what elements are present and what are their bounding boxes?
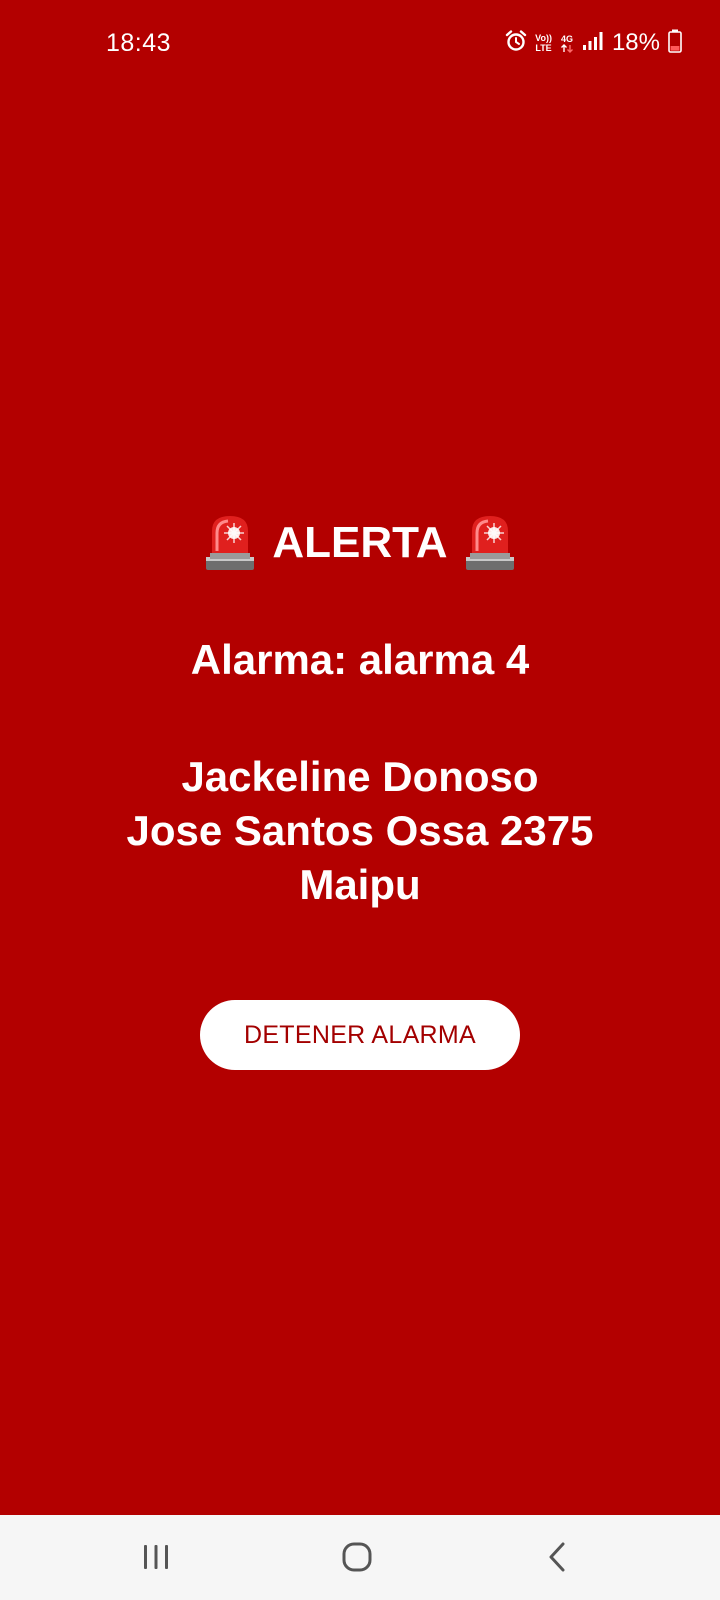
status-icons: Vo)) LTE 4G 18% xyxy=(505,28,682,58)
navigation-bar xyxy=(0,1515,720,1600)
contact-address: Jose Santos Ossa 2375 xyxy=(126,807,594,854)
data-type-label: 4G xyxy=(560,33,573,44)
stop-alarm-button[interactable]: DETENER ALARMA xyxy=(200,1000,520,1070)
siren-icon xyxy=(462,513,518,573)
signal-icon xyxy=(582,31,604,56)
recent-apps-icon xyxy=(144,1545,168,1569)
contact-commune: Maipu xyxy=(299,861,421,908)
back-icon xyxy=(549,1542,565,1572)
alert-title: ALERTA xyxy=(272,518,448,567)
alert-header: ALERTA xyxy=(0,508,720,578)
status-bar: 18:43 Vo)) LTE 4G 18% xyxy=(0,0,720,88)
alarm-name: Alarma: alarma 4 xyxy=(190,636,530,683)
volte-bottom-label: LTE xyxy=(535,43,552,53)
volte-icon: Vo)) LTE xyxy=(535,33,552,53)
contact-info: Jackeline Donoso Jose Santos Ossa 2375 M… xyxy=(0,750,720,912)
alarm-clock-icon xyxy=(505,29,527,57)
volte-top-label: Vo)) xyxy=(535,33,552,43)
battery-percent: 18% xyxy=(611,29,660,56)
contact-name: Jackeline Donoso xyxy=(181,753,539,800)
home-icon xyxy=(342,1542,372,1572)
alert-screen: 18:43 Vo)) LTE 4G 18% ALERTA Alarma: ala… xyxy=(0,0,720,1515)
home-button[interactable] xyxy=(327,1535,387,1579)
4g-data-icon: 4G xyxy=(560,34,574,53)
status-time: 18:43 xyxy=(106,29,172,57)
siren-icon xyxy=(202,513,258,573)
data-arrows-icon xyxy=(560,43,573,53)
battery-icon xyxy=(668,29,682,58)
back-button[interactable] xyxy=(528,1535,588,1579)
recent-apps-button[interactable] xyxy=(126,1535,186,1579)
